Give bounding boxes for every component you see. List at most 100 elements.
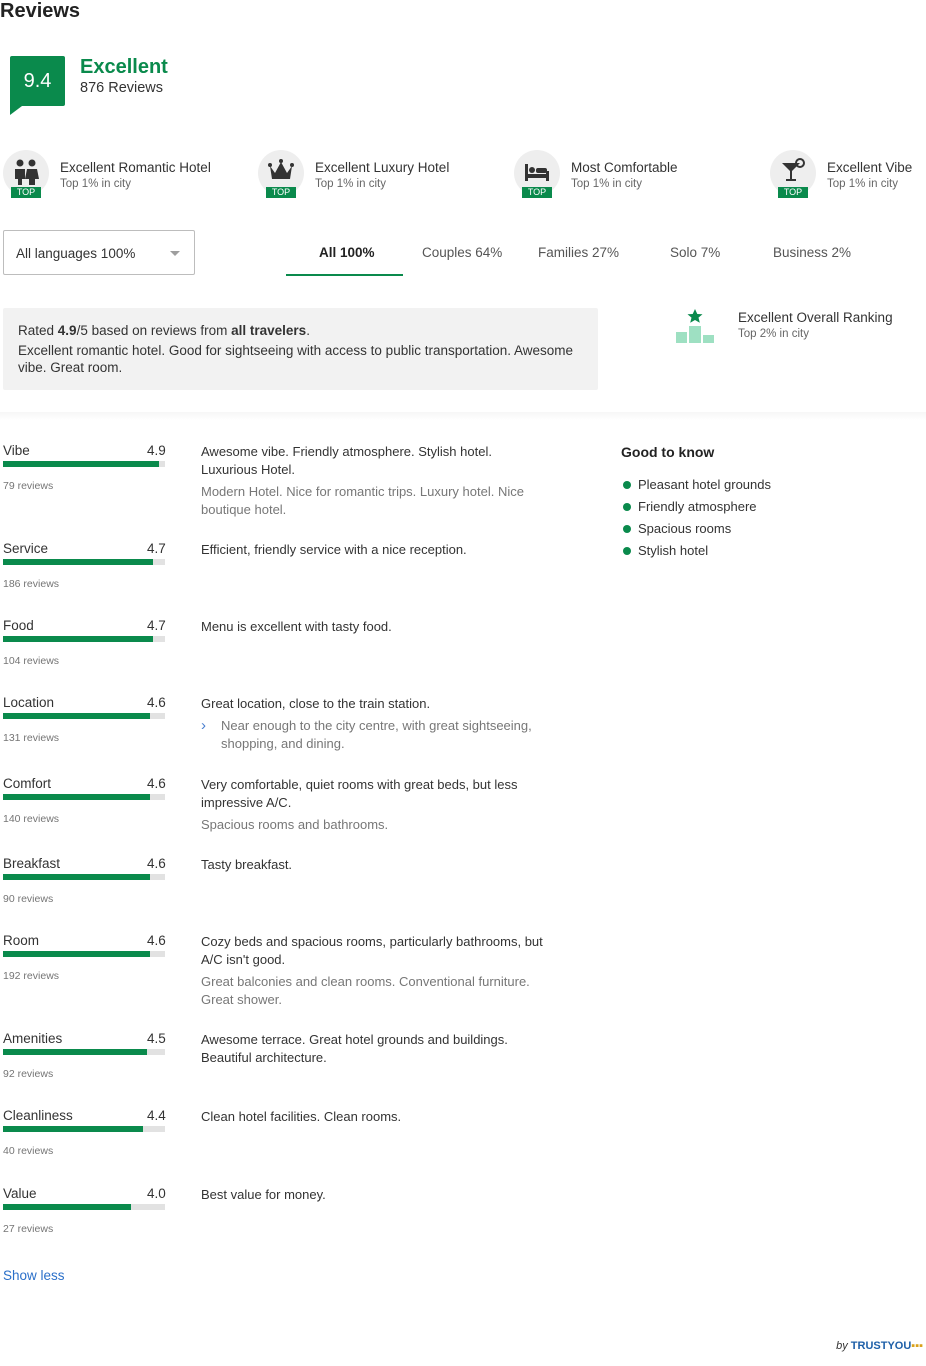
tab-business[interactable]: Business 2% [773, 245, 851, 260]
category-review-count: 131 reviews [3, 732, 60, 744]
ranking-subtitle: Top 2% in city [738, 328, 809, 340]
category-score: 4.9 [147, 443, 166, 458]
podium-star-icon [676, 309, 714, 343]
trustyou-logo: by TRUSTYOU▪▪▪ [836, 1340, 923, 1352]
chevron-right-icon[interactable]: › [201, 717, 206, 735]
category-review-count: 140 reviews [3, 813, 60, 825]
language-select[interactable]: All languages 100% [3, 230, 195, 275]
category-review-count: 186 reviews [3, 578, 60, 590]
bullet-icon [623, 525, 631, 533]
review-count: 876 Reviews [80, 80, 164, 96]
top-tag: TOP [11, 187, 41, 198]
score-bar [3, 559, 165, 565]
award-subtitle: Top 1% in city [60, 178, 131, 190]
section-divider [0, 412, 926, 420]
score-bar [3, 951, 165, 957]
category-review-count: 79 reviews [3, 480, 54, 492]
rating-line: Rated 4.9/5 based on reviews from all tr… [18, 323, 310, 338]
summary-text: Excellent romantic hotel. Good for sight… [18, 343, 574, 375]
award-vibe: TOP Excellent Vibe Top 1% in city [770, 150, 926, 210]
category-summary: Very comfortable, quiet rooms with great… [201, 777, 518, 810]
score-bar-fill [3, 1126, 144, 1132]
category-name: Comfort [3, 776, 52, 791]
bullet-icon [623, 547, 631, 555]
award-title: Excellent Vibe [827, 160, 913, 175]
award-title: Most Comfortable [571, 160, 678, 175]
category-review-count: 40 reviews [3, 1145, 54, 1157]
good-to-know-list: Pleasant hotel grounds Friendly atmosphe… [621, 476, 771, 564]
category-score: 4.7 [147, 618, 166, 633]
category-review-count: 92 reviews [3, 1068, 54, 1080]
top-tag: TOP [778, 187, 808, 198]
score-bar [3, 1049, 165, 1055]
category-summary: Tasty breakfast. [201, 857, 293, 872]
score-bar [3, 713, 165, 719]
score-bar [3, 794, 165, 800]
score-label: Excellent [80, 56, 168, 78]
category-detail: Spacious rooms and bathrooms. [201, 817, 389, 832]
page-title: Reviews [0, 0, 81, 22]
category-summary: Great location, close to the train stati… [201, 696, 431, 711]
category-score: 4.6 [147, 776, 166, 791]
list-item: Friendly atmosphere [621, 498, 771, 520]
category-review-count: 104 reviews [3, 655, 60, 667]
category-summary: Best value for money. [201, 1187, 326, 1202]
category-name: Service [3, 541, 49, 556]
score-bar-fill [3, 559, 153, 565]
show-less-link[interactable]: Show less [3, 1268, 65, 1283]
category-summary: Menu is excellent with tasty food. [201, 619, 392, 634]
award-comfortable: TOP Most Comfortable Top 1% in city [514, 150, 754, 210]
score-bar-fill [3, 1204, 131, 1210]
score-bar-fill [3, 794, 150, 800]
category-score: 4.7 [147, 541, 166, 556]
category-name: Value [3, 1186, 37, 1201]
category-summary: Awesome vibe. Friendly atmosphere. Styli… [201, 444, 492, 477]
score-bar-fill [3, 951, 150, 957]
score-bar-fill [3, 1049, 147, 1055]
score-bar-fill [3, 874, 150, 880]
score-bar [3, 636, 165, 642]
category-detail: Modern Hotel. Nice for romantic trips. L… [201, 484, 524, 517]
award-subtitle: Top 1% in city [571, 178, 642, 190]
category-score: 4.6 [147, 933, 166, 948]
tab-solo[interactable]: Solo 7% [670, 245, 720, 260]
category-summary: Clean hotel facilities. Clean rooms. [201, 1109, 402, 1124]
score-badge: 9.4 [10, 56, 65, 115]
award-subtitle: Top 1% in city [315, 178, 386, 190]
category-name: Amenities [3, 1031, 63, 1046]
score-bar [3, 1204, 165, 1210]
category-score: 4.6 [147, 695, 166, 710]
tab-couples[interactable]: Couples 64% [422, 245, 502, 260]
tab-all[interactable]: All 100% [319, 245, 375, 260]
expandable-detail[interactable]: › Near enough to the city centre, with g… [201, 717, 546, 753]
score-bar [3, 874, 165, 880]
chevron-down-icon [170, 251, 180, 256]
category-review-count: 27 reviews [3, 1223, 54, 1235]
category-name: Room [3, 933, 40, 948]
award-luxury: TOP Excellent Luxury Hotel Top 1% in cit… [258, 150, 498, 210]
category-name: Location [3, 695, 55, 710]
category-name: Breakfast [3, 856, 61, 871]
award-title: Excellent Romantic Hotel [60, 160, 211, 175]
bullet-icon [623, 503, 631, 511]
score-bar-fill [3, 461, 160, 467]
score-bar [3, 1126, 165, 1132]
score-bar-fill [3, 636, 153, 642]
list-item: Pleasant hotel grounds [621, 476, 771, 498]
category-score: 4.4 [147, 1108, 166, 1123]
active-tab-indicator [286, 274, 403, 276]
category-name: Vibe [3, 443, 30, 458]
category-score: 4.6 [147, 856, 166, 871]
score-bar-fill [3, 713, 150, 719]
category-name: Food [3, 618, 34, 633]
top-tag: TOP [522, 187, 552, 198]
rating-summary: Rated 4.9/5 based on reviews from all tr… [3, 308, 598, 390]
list-item: Spacious rooms [621, 520, 771, 542]
award-title: Excellent Luxury Hotel [315, 160, 450, 175]
tab-families[interactable]: Families 27% [538, 245, 619, 260]
category-score: 4.5 [147, 1031, 166, 1046]
award-subtitle: Top 1% in city [827, 178, 898, 190]
top-tag: TOP [266, 187, 296, 198]
category-review-count: 192 reviews [3, 970, 60, 982]
score-bar [3, 461, 165, 467]
